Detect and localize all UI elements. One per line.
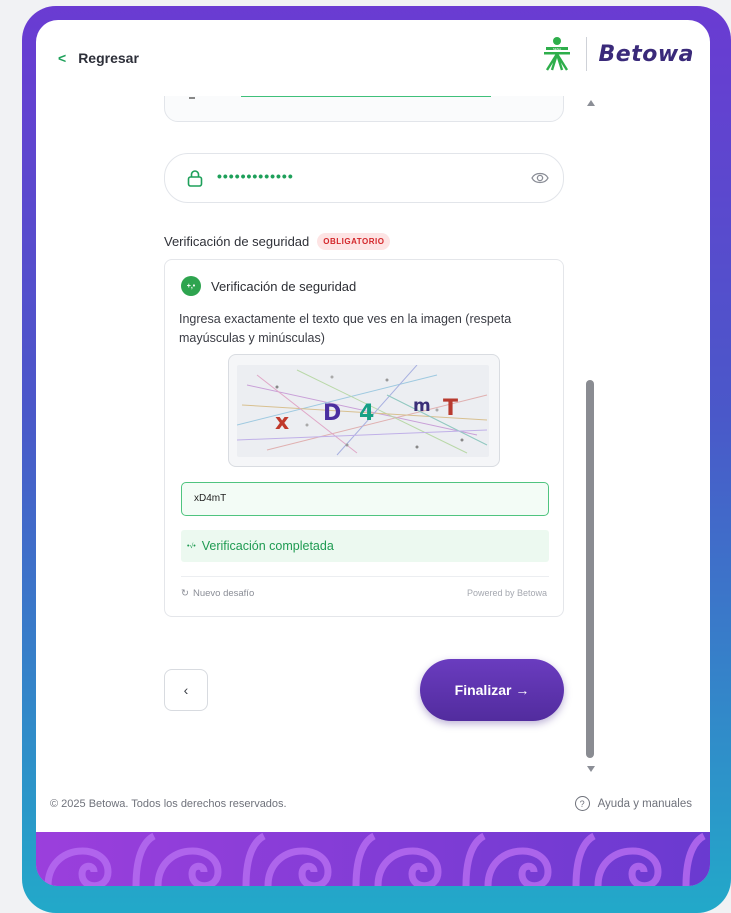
spiral-pattern (36, 832, 710, 886)
help-link[interactable]: ? Ayuda y manuales (574, 796, 692, 811)
brand-name: Betowa (598, 41, 694, 67)
help-label: Ayuda y manuales (597, 797, 692, 810)
new-challenge-button[interactable]: ↻ Nuevo desafío (181, 588, 254, 599)
captcha-logo-icon: +,• (181, 276, 201, 296)
refresh-icon: ↻ (181, 588, 189, 599)
captcha-title: Verificación de seguridad (211, 278, 357, 294)
brand-separator (585, 37, 587, 71)
sena-logo-icon: SENA (543, 37, 570, 71)
captcha-header: +,• Verificación de seguridad (181, 276, 356, 296)
security-label-row: Verificación de seguridad OBLIGATORIO (164, 233, 391, 250)
captcha-status: •√• Verificación completada (181, 530, 549, 562)
scroll-down-arrow[interactable] (587, 766, 595, 772)
check-icon: •√• (187, 542, 196, 550)
security-label: Verificación de seguridad (164, 234, 310, 249)
captcha-char-5: T (443, 396, 458, 421)
decorative-wave-band (36, 832, 710, 886)
back-label: Regresar (78, 50, 139, 66)
form-scroll-area[interactable]: ••••••••••••• Verificación de seguridad … (36, 96, 710, 772)
captcha-input[interactable]: xD4mT (181, 482, 549, 516)
captcha-divider (181, 576, 549, 577)
captcha-char-2: D (323, 401, 341, 426)
copyright-text: © 2025 Betowa. Todos los derechos reserv… (50, 798, 287, 810)
captcha-instructions: Ingresa exactamente el texto que ves en … (179, 312, 512, 345)
lock-icon (187, 170, 203, 187)
captcha-noise: x D 4 m T (237, 365, 488, 456)
previous-step-button[interactable]: ‹ (164, 669, 208, 711)
captcha-image: x D 4 m T (228, 354, 500, 467)
scroll-up-arrow[interactable] (587, 100, 595, 106)
scrollbar[interactable] (585, 96, 597, 772)
powered-by: Powered by Betowa (466, 588, 547, 598)
previous-field[interactable] (164, 96, 564, 122)
field-icon-fragment (189, 97, 195, 99)
captcha-status-text: Verificación completada (201, 539, 334, 553)
back-link[interactable]: < Regresar (58, 50, 139, 66)
chevron-left-icon: ‹ (183, 682, 189, 698)
brand: SENA Betowa (540, 36, 695, 72)
captcha-char-3: 4 (359, 401, 374, 426)
password-mask: ••••••••••••• (217, 168, 294, 184)
main-card: < Regresar SENA Betowa ••••••••••••• Ver… (36, 20, 710, 886)
field-focus-line (241, 96, 491, 97)
new-challenge-label: Nuevo desafío (192, 588, 255, 599)
eye-icon[interactable] (531, 170, 549, 186)
captcha-char-1: x (275, 410, 289, 435)
password-field[interactable]: ••••••••••••• (164, 153, 564, 203)
finish-button[interactable]: Finalizar → (420, 659, 564, 721)
captcha-char-4: m (413, 396, 431, 416)
chevron-left-icon: < (58, 50, 67, 66)
required-badge: OBLIGATORIO (317, 233, 391, 250)
svg-text:SENA: SENA (552, 47, 560, 51)
help-icon: ? (574, 796, 590, 811)
scroll-thumb[interactable] (586, 380, 594, 758)
captcha-widget: +,• Verificación de seguridad Ingresa ex… (164, 259, 564, 617)
